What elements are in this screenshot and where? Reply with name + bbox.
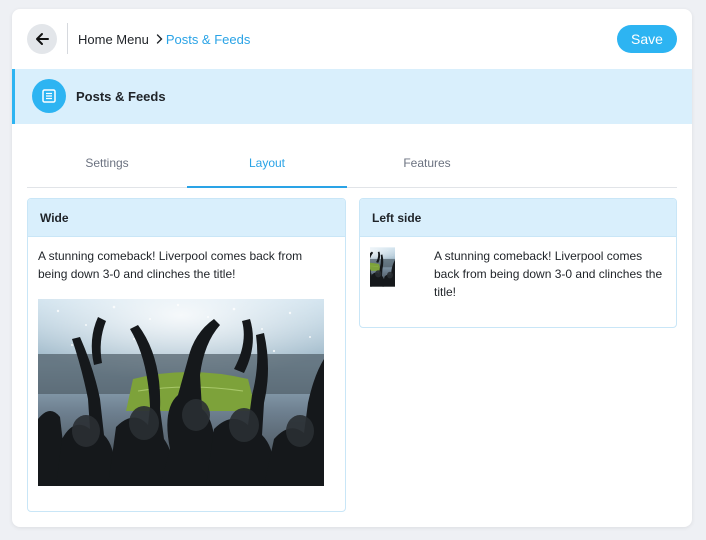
post-thumbnail: [370, 247, 430, 307]
post-image: [38, 299, 324, 486]
section-title: Posts & Feeds: [76, 89, 166, 104]
top-bar: Home Menu Posts & Feeds Save: [12, 9, 692, 69]
header-divider: [67, 23, 68, 54]
layout-option-title: Wide: [28, 199, 345, 237]
chevron-right-icon: [156, 34, 163, 44]
breadcrumb-current: Posts & Feeds: [165, 31, 251, 47]
section-banner: Posts & Feeds: [12, 69, 692, 124]
breadcrumb: Home Menu Posts & Feeds: [78, 31, 250, 47]
tab-layout[interactable]: Layout: [187, 149, 347, 188]
save-button[interactable]: Save: [617, 25, 677, 53]
post-text: A stunning comeback! Liverpool comes bac…: [434, 249, 663, 299]
back-button[interactable]: [27, 24, 57, 54]
tab-features[interactable]: Features: [347, 149, 507, 187]
document-list-icon: [32, 79, 66, 113]
post-text: A stunning comeback! Liverpool comes bac…: [38, 249, 303, 281]
layout-option-title: Left side: [360, 199, 676, 237]
breadcrumb-home-menu[interactable]: Home Menu: [78, 32, 149, 47]
tab-settings[interactable]: Settings: [27, 149, 187, 187]
posts-feeds-panel: Home Menu Posts & Feeds Save Posts & Fee…: [12, 9, 692, 527]
tab-bar: Settings Layout Features: [27, 149, 677, 188]
layout-option-wide[interactable]: Wide A stunning comeback! Liverpool come…: [27, 198, 346, 512]
layout-option-left-side[interactable]: Left side A stunning comeback! Liverpool…: [359, 198, 677, 328]
arrow-left-icon: [36, 33, 49, 45]
